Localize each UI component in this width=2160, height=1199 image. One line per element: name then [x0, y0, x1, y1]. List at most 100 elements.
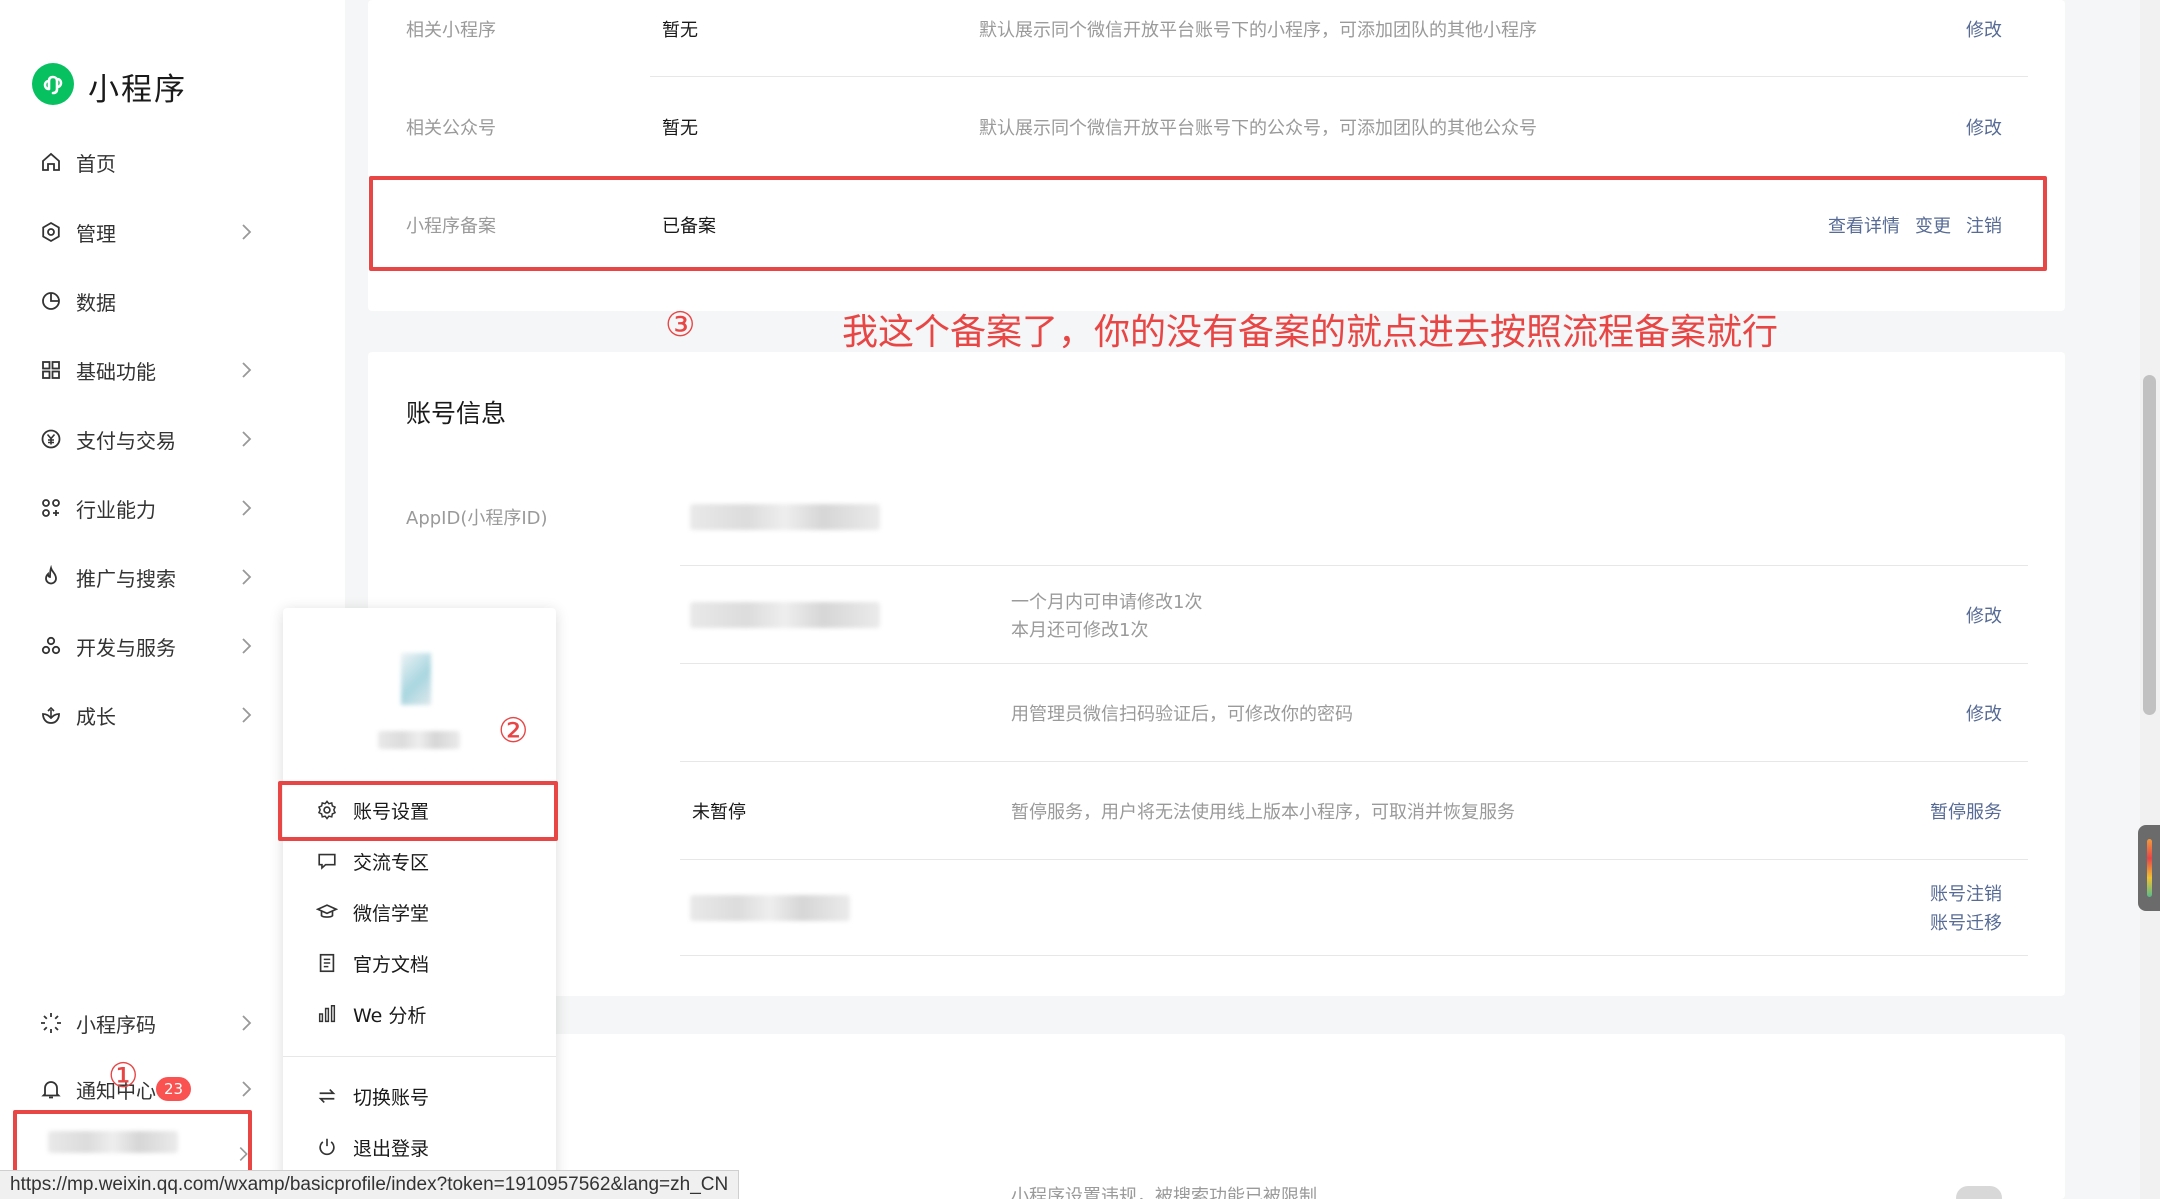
popup-item-we-analysis[interactable]: We 分析: [313, 994, 426, 1034]
nav-label: 行业能力: [76, 497, 156, 522]
chevron-right-icon: [242, 569, 252, 585]
chevron-right-icon: [242, 638, 252, 654]
annotation-note: 我这个备案了，你的没有备案的就点进去按照流程备案就行: [842, 312, 1779, 353]
chevron-right-icon: [242, 1081, 252, 1097]
popup-item-official-docs[interactable]: 官方文档: [313, 943, 429, 983]
account-switcher-highlight-box: [13, 1110, 252, 1178]
annotation-marker-1: ①: [108, 1056, 139, 1096]
chevron-right-icon: [242, 362, 252, 378]
nav-item-data[interactable]: 数据: [36, 279, 266, 323]
graduation-cap-icon: [313, 898, 341, 926]
search-toggle[interactable]: [1956, 1186, 2002, 1199]
nav-item-payment[interactable]: 支付与交易: [36, 417, 266, 461]
home-icon: [36, 147, 66, 177]
nav-item-promotion[interactable]: 推广与搜索: [36, 555, 266, 599]
chevron-right-icon: [242, 1015, 252, 1031]
divider: [680, 955, 2028, 956]
industry-icon: [36, 493, 66, 523]
related-official-account-value: 暂无: [662, 118, 698, 139]
document-icon: [313, 949, 341, 977]
name-change-remaining-desc: 本月还可修改1次: [1011, 620, 1149, 641]
divider: [650, 76, 2028, 77]
account-info-card: 账号信息 AppID(小程序ID) 一个月内可申请修改1次 本月还可修改1次 修…: [368, 352, 2065, 996]
account-avatar-redacted: [401, 653, 431, 705]
popup-item-label: 退出登录: [353, 1137, 430, 1160]
notification-count-badge: 23: [156, 1077, 192, 1101]
divider: [680, 663, 2028, 664]
yen-coin-icon: [36, 424, 66, 454]
chat-bubble-icon: [313, 847, 341, 875]
pause-service-link[interactable]: 暂停服务: [1930, 798, 2002, 824]
link-preview-status-bar: https://mp.weixin.qq.com/wxamp/basicprof…: [0, 1170, 740, 1199]
grid-apps-icon: [36, 355, 66, 385]
floating-side-widget[interactable]: [2138, 825, 2160, 911]
nav-item-manage[interactable]: 管理: [36, 210, 266, 254]
popup-item-label: 切换账号: [353, 1086, 430, 1109]
password-desc: 用管理员微信扫码验证后，可修改你的密码: [1011, 704, 1353, 725]
search-restriction-desc: 小程序设置违规，被搜索功能已被限制: [1011, 1186, 1317, 1199]
growth-leaf-icon: [36, 700, 66, 730]
annotation-marker-2: ②: [498, 711, 529, 751]
page-scrollbar-thumb[interactable]: [2143, 375, 2156, 715]
miniprogram-logo-icon: [32, 63, 74, 105]
account-info-heading: 账号信息: [406, 399, 507, 428]
account-nickname-redacted: [378, 731, 460, 749]
popup-item-community[interactable]: 交流专区: [313, 841, 429, 881]
popup-item-switch-account[interactable]: 切换账号: [313, 1076, 429, 1116]
sun-qrcode-icon: [36, 1008, 66, 1038]
popup-item-label: We 分析: [353, 1004, 427, 1027]
account-name-edit-link[interactable]: 修改: [1966, 602, 2002, 628]
bar-analysis-icon: [313, 1000, 341, 1028]
related-official-account-label: 相关公众号: [406, 118, 496, 139]
nav-label: 基础功能: [76, 359, 156, 384]
nav-item-growth[interactable]: 成长: [36, 693, 266, 737]
popup-item-logout[interactable]: 退出登录: [313, 1127, 429, 1167]
settings-gear-icon: [36, 217, 66, 247]
appid-label: AppID(小程序ID): [406, 508, 548, 529]
pause-service-desc: 暂停服务，用户将无法使用线上版本小程序，可取消并恢复服务: [1011, 802, 1515, 823]
app-title: 小程序: [88, 72, 187, 108]
account-migrate-link[interactable]: 账号迁移: [1930, 909, 2002, 935]
chevron-right-icon: [242, 707, 252, 723]
nav-label: 数据: [76, 290, 116, 315]
nav-item-qrcode[interactable]: 小程序码: [36, 1001, 266, 1045]
nav-label: 成长: [76, 704, 116, 729]
related-official-account-edit-link[interactable]: 修改: [1966, 114, 2002, 140]
nav-item-industry[interactable]: 行业能力: [36, 486, 266, 530]
flame-icon: [36, 562, 66, 592]
popup-item-wechat-academy[interactable]: 微信学堂: [313, 892, 429, 932]
chevron-right-icon: [242, 500, 252, 516]
nav-item-basic-features[interactable]: 基础功能: [36, 348, 266, 392]
nav-item-notifications[interactable]: 通知中心 23: [36, 1067, 266, 1111]
nav-item-home[interactable]: 首页: [36, 140, 266, 184]
nav-label: 首页: [76, 151, 116, 176]
nav-label: 支付与交易: [76, 428, 176, 453]
account-cancel-link[interactable]: 账号注销: [1930, 880, 2002, 906]
annotation-marker-3: ③: [665, 305, 696, 345]
related-miniprogram-desc: 默认展示同个微信开放平台账号下的小程序，可添加团队的其他小程序: [979, 20, 1537, 41]
nav-label: 推广与搜索: [76, 566, 176, 591]
divider: [283, 1056, 556, 1057]
password-edit-link[interactable]: 修改: [1966, 700, 2002, 726]
appid-value-redacted: [690, 504, 880, 530]
account-name-value-redacted: [690, 602, 880, 628]
account-settings-highlight-box: [278, 781, 558, 841]
popup-item-label: 微信学堂: [353, 902, 430, 925]
related-miniprogram-value: 暂无: [662, 20, 698, 41]
divider: [680, 761, 2028, 762]
swap-arrows-icon: [313, 1082, 341, 1110]
pie-chart-icon: [36, 286, 66, 316]
related-miniprogram-edit-link[interactable]: 修改: [1966, 16, 2002, 42]
account-popup-menu: 账号设置 交流专区 微信学堂 官方文档 We 分析 切换账号 退出登录: [283, 608, 556, 1199]
popup-item-label: 官方文档: [353, 953, 430, 976]
nav-label: 开发与服务: [76, 635, 176, 660]
divider: [680, 565, 2028, 566]
related-miniprogram-label: 相关小程序: [406, 20, 496, 41]
chevron-right-icon: [242, 224, 252, 240]
power-icon: [313, 1133, 341, 1161]
nav-label: 管理: [76, 221, 116, 246]
dev-service-icon: [36, 631, 66, 661]
chevron-right-icon: [242, 431, 252, 447]
nav-item-dev-services[interactable]: 开发与服务: [36, 624, 266, 668]
filing-row-highlight-box: [369, 176, 2047, 271]
